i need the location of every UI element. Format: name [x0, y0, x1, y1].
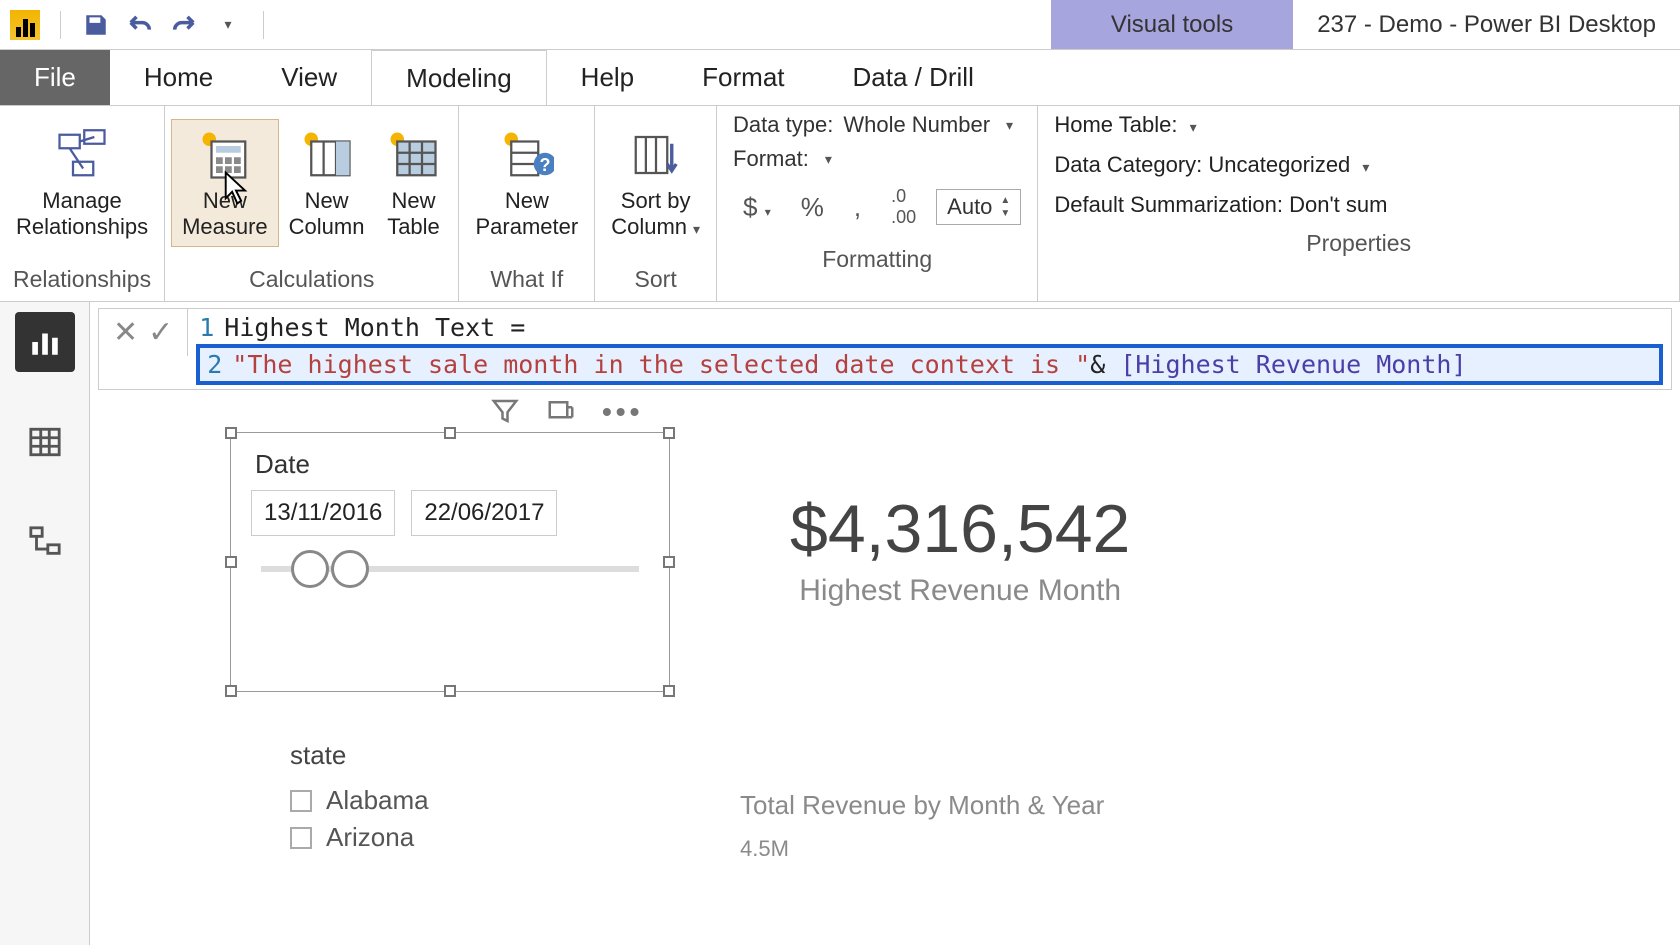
data-type-dropdown[interactable]: Data type: Whole Number ▾ [733, 112, 1021, 138]
formula-line-1[interactable]: Highest Month Text = [224, 313, 1663, 342]
tab-help[interactable]: Help [547, 50, 668, 105]
qat-customize-icon[interactable]: ▾ [213, 10, 243, 40]
formula-line-2[interactable]: "The highest sale month in the selected … [232, 350, 1655, 379]
resize-handle[interactable] [225, 556, 237, 568]
new-parameter-button[interactable]: ? New Parameter [465, 120, 588, 247]
group-label-whatif: What If [459, 260, 594, 301]
tab-format[interactable]: Format [668, 50, 818, 105]
new-measure-icon [196, 126, 254, 184]
date-end-input[interactable]: 22/06/2017 [411, 490, 557, 536]
checkbox-icon[interactable] [290, 827, 312, 849]
new-column-icon [298, 126, 356, 184]
group-label-formatting: Formatting [717, 240, 1037, 281]
relationships-icon [53, 126, 111, 184]
state-slicer-visual[interactable]: state Alabama Arizona [290, 740, 429, 859]
default-summarization-dropdown[interactable]: Default Summarization: Don't sum [1054, 192, 1663, 218]
card-label: Highest Revenue Month [790, 574, 1130, 608]
card-visual[interactable]: $4,316,542 Highest Revenue Month [790, 490, 1130, 608]
formula-cancel-icon[interactable]: ✕ [113, 315, 138, 350]
new-parameter-icon: ? [498, 126, 556, 184]
model-view-button[interactable] [15, 512, 75, 572]
percent-format-button[interactable]: % [791, 186, 834, 229]
group-label-properties: Properties [1038, 224, 1679, 265]
state-item[interactable]: Alabama [290, 785, 429, 816]
resize-handle[interactable] [225, 427, 237, 439]
undo-icon[interactable] [125, 10, 155, 40]
comma-format-button[interactable]: , [844, 186, 871, 229]
svg-text:?: ? [539, 154, 550, 174]
resize-handle[interactable] [663, 556, 675, 568]
formula-commit-icon[interactable]: ✓ [148, 315, 173, 350]
resize-handle[interactable] [444, 427, 456, 439]
tab-home[interactable]: Home [110, 50, 247, 105]
more-options-icon[interactable]: ••• [602, 396, 643, 433]
line-number: 2 [204, 350, 232, 379]
sort-icon [627, 126, 685, 184]
new-table-button[interactable]: New Table [374, 120, 452, 247]
card-value: $4,316,542 [790, 490, 1130, 568]
new-column-button[interactable]: New Column [279, 120, 375, 247]
redo-icon[interactable] [169, 10, 199, 40]
new-measure-button[interactable]: New Measure [171, 119, 279, 248]
date-slider[interactable] [261, 566, 639, 572]
state-item[interactable]: Arizona [290, 822, 429, 853]
window-title: 237 - Demo - Power BI Desktop [1293, 11, 1680, 39]
view-rail [0, 302, 90, 945]
home-table-dropdown[interactable]: Home Table: ▾ [1054, 112, 1663, 138]
tab-file[interactable]: File [0, 50, 110, 105]
data-view-button[interactable] [15, 412, 75, 472]
group-label-sort: Sort [595, 260, 716, 301]
date-slicer-visual[interactable]: Date 13/11/2016 22/06/2017 [230, 432, 670, 692]
resize-handle[interactable] [225, 685, 237, 697]
format-dropdown[interactable]: Format: ▾ [733, 146, 1021, 172]
visual-tools-contextual-tab: Visual tools [1051, 0, 1293, 49]
report-view-button[interactable] [15, 312, 75, 372]
resize-handle[interactable] [663, 427, 675, 439]
checkbox-icon[interactable] [290, 790, 312, 812]
tab-view[interactable]: View [247, 50, 371, 105]
sort-by-column-button[interactable]: Sort by Column▾ [601, 120, 710, 247]
ribbon-content: Manage Relationships Relationships New M… [0, 106, 1680, 302]
chart-title: Total Revenue by Month & Year [740, 790, 1104, 821]
filter-icon[interactable] [490, 396, 520, 433]
currency-format-button[interactable]: $ ▾ [733, 186, 781, 229]
slider-thumb-start[interactable] [291, 550, 329, 588]
chart-y-axis-tick: 4.5M [740, 836, 789, 862]
slider-thumb-end[interactable] [331, 550, 369, 588]
group-label-calculations: Calculations [165, 260, 458, 301]
title-bar: ▾ Visual tools 237 - Demo - Power BI Des… [0, 0, 1680, 50]
group-label-relationships: Relationships [0, 260, 164, 301]
tab-data-drill[interactable]: Data / Drill [819, 50, 1008, 105]
ribbon-tabs: File Home View Modeling Help Format Data… [0, 50, 1680, 106]
tab-modeling[interactable]: Modeling [371, 50, 547, 105]
formula-bar[interactable]: ✕ ✓ 1 Highest Month Text = 2 "The highes… [98, 308, 1672, 390]
resize-handle[interactable] [663, 685, 675, 697]
focus-mode-icon[interactable] [546, 396, 576, 433]
decimal-format-icon[interactable]: .0.00 [881, 180, 926, 234]
decimal-places-stepper[interactable]: Auto ▲▼ [936, 189, 1021, 225]
line-number: 1 [196, 313, 224, 342]
data-category-dropdown[interactable]: Data Category: Uncategorized ▾ [1054, 152, 1663, 178]
date-start-input[interactable]: 13/11/2016 [251, 490, 395, 536]
save-icon[interactable] [81, 10, 111, 40]
manage-relationships-button[interactable]: Manage Relationships [6, 120, 158, 247]
new-table-icon [384, 126, 442, 184]
slicer-title: Date [231, 433, 669, 490]
powerbi-logo-icon [10, 10, 40, 40]
resize-handle[interactable] [444, 685, 456, 697]
state-slicer-title: state [290, 740, 429, 771]
